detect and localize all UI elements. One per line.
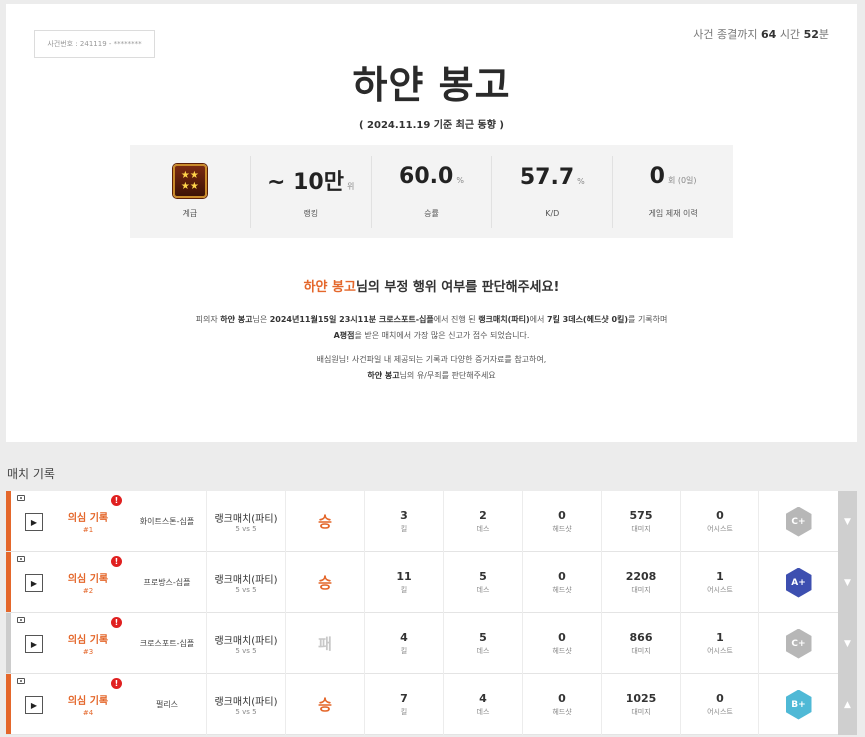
countdown-timer: 사건 종결까지 64 시간 52분 (693, 28, 829, 41)
map-name: 프로방스-십플 (143, 578, 191, 587)
camera-icon (17, 556, 25, 562)
suspicion-record: 의심 기록 #2! (48, 552, 128, 613)
grade-badge: B+ (758, 674, 838, 735)
play-replay-button[interactable]: ▶ (25, 513, 43, 531)
death-count: 5 데스 (443, 613, 522, 674)
match-mode: 랭크매치(파티) 5 vs 5 (206, 674, 285, 735)
warning-icon: ! (111, 617, 122, 628)
result-bar (6, 491, 11, 551)
camera-icon (17, 617, 25, 623)
match-result: 승 (285, 674, 364, 735)
damage-value: 575 대미지 (601, 491, 680, 552)
grade-hexagon-icon: A+ (785, 567, 812, 598)
page-subtitle: ( 2024.11.19 기준 최근 동향 ) (358, 120, 504, 131)
page-title: 하얀 봉고 (352, 63, 511, 107)
death-count: 5 데스 (443, 552, 522, 613)
match-mode: 랭크매치(파티) 5 vs 5 (206, 491, 285, 552)
play-replay-button[interactable]: ▶ (25, 574, 43, 592)
headshot-count: 0 헤드샷 (522, 613, 601, 674)
kill-count: 7킬 (364, 674, 443, 735)
map-name: 펄리스 (155, 700, 179, 709)
result-bar (6, 613, 11, 673)
map-name: 화이트스톤-십플 (139, 517, 195, 526)
match-list: ▶ 의심 기록 #1! 화이트스톤-십플 랭크매치(파티) 5 vs 5 승 3 킬 2 데스 0 헤드… (6, 491, 857, 735)
stat-ban-history: 0회 (0일) 게임 제재 이력 (612, 155, 733, 228)
expand-toggle-button[interactable]: ▼ (838, 491, 857, 552)
grade-badge: C+ (758, 613, 838, 674)
stat-ranking: ~ 10만 위 랭킹 (249, 155, 371, 228)
kill-count: 4킬 (364, 613, 443, 674)
juror-instruction: 배심원님! 사건파일 내 제공되는 기록과 다양한 증거자료를 참고하여, 하얀… (316, 355, 547, 380)
camera-icon (17, 678, 25, 684)
suspicion-record: 의심 기록 #3! (48, 613, 128, 674)
grade-hexagon-icon: B+ (785, 689, 812, 720)
warning-icon: ! (111, 678, 122, 689)
play-replay-button[interactable]: ▶ (25, 635, 43, 653)
expand-toggle-button[interactable]: ▼ (838, 613, 857, 674)
expand-toggle-button[interactable]: ▲ (838, 674, 857, 735)
camera-icon (17, 495, 25, 501)
judge-heading: 하얀 봉고님의 부정 행위 여부를 판단해주세요! (303, 280, 560, 295)
grade-badge: C+ (758, 491, 838, 552)
match-row[interactable]: ▶ 의심 기록 #2! 프로방스-십플 랭크매치(파티) 5 vs 5 승 11 킬 5 데스 0 헤드… (6, 552, 857, 613)
suspicion-record: 의심 기록 #4! (48, 674, 128, 735)
match-mode: 랭크매치(파티) 5 vs 5 (206, 552, 285, 613)
match-row[interactable]: ▶ 의심 기록 #1! 화이트스톤-십플 랭크매치(파티) 5 vs 5 승 3 킬 2 데스 0 헤드… (6, 491, 857, 552)
damage-value: 866 대미지 (601, 613, 680, 674)
match-row[interactable]: ▶ 의심 기록 #3! 크로스포트-십플 랭크매치(파티) 5 vs 5 패 4 킬 5 데스 0 헤드… (6, 613, 857, 674)
map-name: 크로스포트-십플 (139, 639, 195, 648)
rank-badge-icon: ★★ ★★ (172, 164, 207, 198)
result-bar (6, 552, 11, 612)
suspicion-record: 의심 기록 #1! (48, 491, 128, 552)
match-result: 승 (285, 491, 364, 552)
assist-count: 1 어시스트 (680, 552, 759, 613)
play-replay-button[interactable]: ▶ (25, 696, 43, 714)
match-history-title: 매치 기록 (7, 467, 55, 481)
expand-toggle-button[interactable]: ▼ (838, 552, 857, 613)
match-result: 패 (285, 613, 364, 674)
grade-badge: A+ (758, 552, 838, 613)
headshot-count: 0 헤드샷 (522, 491, 601, 552)
grade-hexagon-icon: C+ (785, 628, 812, 659)
stat-win-rate: 60.0% 승률 (370, 155, 492, 228)
damage-value: 2208 대미지 (601, 552, 680, 613)
headshot-count: 0 헤드샷 (522, 552, 601, 613)
case-panel: 사건번호 : 241119 - ******** 사건 종결까지 64 시간 5… (6, 4, 857, 442)
match-mode: 랭크매치(파티) 5 vs 5 (206, 613, 285, 674)
death-count: 2 데스 (443, 491, 522, 552)
kill-count: 3킬 (364, 491, 443, 552)
result-bar (6, 674, 11, 734)
case-description: 피의자 하얀 봉고님은 2024년11월15일 23시11분 크로스포트-십플에… (195, 315, 668, 340)
death-count: 4 데스 (443, 674, 522, 735)
stats-bar: ★★ ★★ 계급 ~ 10만 위 랭킹 60.0% 승률 57.7% K/D 0회 … (130, 145, 733, 238)
stat-rank: ★★ ★★ 계급 (130, 156, 250, 228)
warning-icon: ! (111, 495, 122, 506)
grade-hexagon-icon: C+ (785, 506, 812, 537)
warning-icon: ! (111, 556, 122, 567)
damage-value: 1025 대미지 (601, 674, 680, 735)
headshot-count: 0 헤드샷 (522, 674, 601, 735)
assist-count: 0 어시스트 (680, 674, 759, 735)
kill-count: 11 킬 (364, 552, 443, 613)
assist-count: 1 어시스트 (680, 613, 759, 674)
match-row[interactable]: ▶ 의심 기록 #4! 펄리스 랭크매치(파티) 5 vs 5 승 7 킬 4 데스 0 헤드샷 1025… (6, 674, 857, 735)
assist-count: 0 어시스트 (680, 491, 759, 552)
match-result: 승 (285, 552, 364, 613)
stat-kd: 57.7% K/D (491, 155, 612, 228)
